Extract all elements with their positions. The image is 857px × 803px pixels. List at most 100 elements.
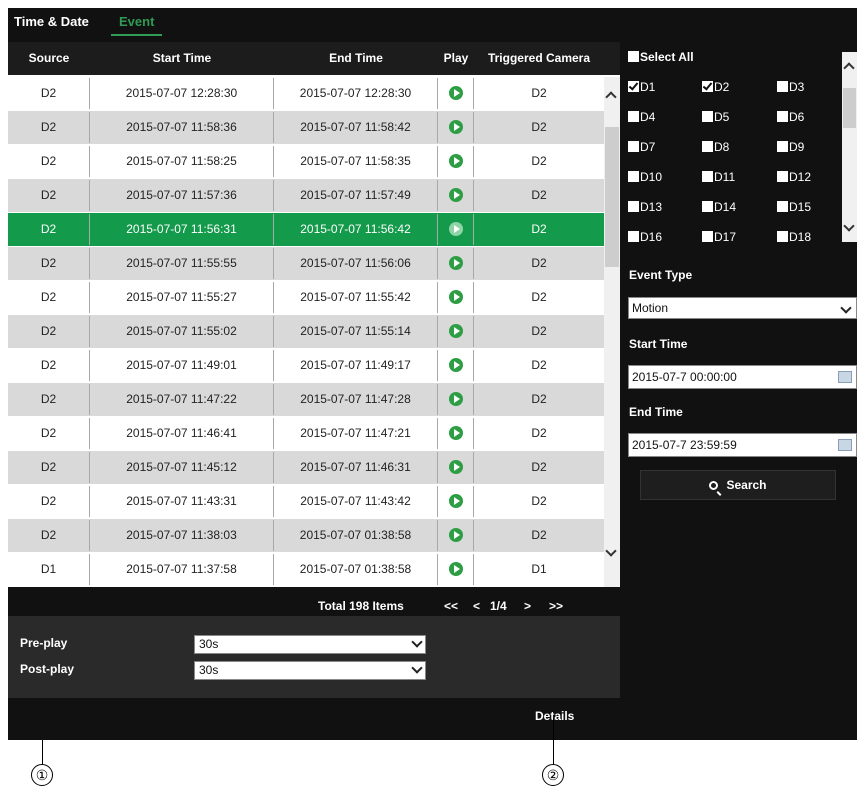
postplay-label: Post-play <box>20 662 75 676</box>
camera-checkbox-d8[interactable]: D8 <box>702 140 729 154</box>
play-icon[interactable] <box>448 255 463 270</box>
cell-play <box>438 112 474 143</box>
camera-checkbox-d10[interactable]: D10 <box>628 170 662 184</box>
table-row[interactable]: D2 2015-07-07 11:55:02 2015-07-07 11:55:14… <box>8 315 604 348</box>
table-row[interactable]: D2 2015-07-07 11:49:01 2015-07-07 11:49:17… <box>8 349 604 382</box>
event-type-select[interactable]: Motion <box>628 297 857 319</box>
camera-label: D12 <box>789 170 812 184</box>
camera-checkbox-d14[interactable]: D14 <box>702 200 736 214</box>
search-panel: Select All D1 D2 D3 D4 D5 D6 D7 D8 D9 D10 D11 D12 D1… <box>620 42 857 740</box>
table-row[interactable]: D2 2015-07-07 11:45:12 2015-07-07 11:46:31… <box>8 451 604 484</box>
table-row[interactable]: D2 2015-07-07 11:57:36 2015-07-07 11:57:49… <box>8 179 604 212</box>
table-row[interactable]: D2 2015-07-07 11:43:31 2015-07-07 11:43:42… <box>8 485 604 518</box>
camera-checkbox-d6[interactable]: D6 <box>777 110 804 124</box>
preplay-select[interactable]: 30s <box>194 635 426 654</box>
event-type-label: Event Type <box>629 268 693 282</box>
cell-end-time: 2015-07-07 11:46:31 <box>274 452 438 483</box>
table-row[interactable]: D2 2015-07-07 11:38:03 2015-07-07 01:38:58… <box>8 519 604 552</box>
table-row[interactable]: D2 2015-07-07 11:46:41 2015-07-07 11:47:21… <box>8 417 604 450</box>
calendar-icon[interactable] <box>838 439 852 451</box>
camera-checkbox-d18[interactable]: D18 <box>777 230 811 244</box>
play-icon[interactable] <box>448 289 463 304</box>
table-row[interactable]: D2 2015-07-07 11:58:25 2015-07-07 11:58:35… <box>8 145 604 178</box>
scroll-down-icon[interactable] <box>605 545 617 557</box>
play-icon[interactable] <box>448 493 463 508</box>
tab-event[interactable]: Event <box>111 14 163 36</box>
play-icon[interactable] <box>448 527 463 542</box>
play-icon[interactable] <box>448 425 463 440</box>
camera-checkbox-d5[interactable]: D5 <box>702 110 729 124</box>
search-icon <box>709 481 719 490</box>
first-page-button[interactable]: << <box>444 599 458 613</box>
table-row[interactable]: D2 2015-07-07 11:55:55 2015-07-07 11:56:06… <box>8 247 604 280</box>
table-row[interactable]: D2 2015-07-07 12:28:30 2015-07-07 12:28:30… <box>8 77 604 110</box>
chevron-down-icon <box>411 662 423 674</box>
cell-source: D2 <box>8 78 90 109</box>
checkbox-icon <box>702 141 713 152</box>
camera-label: D11 <box>714 170 736 184</box>
prev-page-button[interactable]: < <box>473 599 480 613</box>
cell-end-time: 2015-07-07 12:28:30 <box>274 78 438 109</box>
play-icon[interactable] <box>448 561 463 576</box>
play-icon[interactable] <box>448 323 463 338</box>
camera-checkbox-d7[interactable]: D7 <box>628 140 655 154</box>
camera-checkbox-d16[interactable]: D16 <box>628 230 662 244</box>
table-row[interactable]: D1 2015-07-07 11:37:58 2015-07-07 01:38:58… <box>8 553 604 586</box>
search-button[interactable]: Search <box>640 470 836 500</box>
camera-checkbox-d12[interactable]: D12 <box>777 170 811 184</box>
column-header-play[interactable]: Play <box>438 42 474 75</box>
camera-checkbox-d4[interactable]: D4 <box>628 110 655 124</box>
cell-source: D2 <box>8 452 90 483</box>
next-page-button[interactable]: > <box>524 599 531 613</box>
camera-checkbox-d13[interactable]: D13 <box>628 200 662 214</box>
scroll-down-icon[interactable] <box>843 220 855 232</box>
column-header-source[interactable]: Source <box>8 42 90 75</box>
cell-source: D2 <box>8 316 90 347</box>
scroll-up-icon[interactable] <box>605 91 617 103</box>
column-header-end-time[interactable]: End Time <box>274 42 438 75</box>
start-time-input[interactable]: 2015-07-7 00:00:00 <box>628 365 857 389</box>
cell-start-time: 2015-07-07 12:28:30 <box>90 78 274 109</box>
column-header-start-time[interactable]: Start Time <box>90 42 274 75</box>
cell-triggered-camera: D2 <box>531 154 547 168</box>
table-row[interactable]: D2 2015-07-07 11:47:22 2015-07-07 11:47:28… <box>8 383 604 416</box>
camera-checkbox-d15[interactable]: D15 <box>777 200 811 214</box>
calendar-icon[interactable] <box>838 371 852 383</box>
cell-triggered-camera: D2 <box>531 188 547 202</box>
checkbox-icon <box>777 201 788 212</box>
table-row[interactable]: D2 2015-07-07 11:58:36 2015-07-07 11:58:42… <box>8 111 604 144</box>
scroll-up-icon[interactable] <box>843 62 855 74</box>
cell-start-time: 2015-07-07 11:55:27 <box>90 282 274 313</box>
camera-list-scrollbar[interactable] <box>842 52 857 242</box>
camera-checkbox-d9[interactable]: D9 <box>777 140 804 154</box>
cell-play <box>438 384 474 415</box>
table-scrollbar[interactable] <box>604 77 620 587</box>
scroll-thumb[interactable] <box>605 127 619 267</box>
table-row[interactable]: D2 2015-07-07 11:56:31 2015-07-07 11:56:42… <box>8 213 604 246</box>
cell-end-time: 2015-07-07 11:49:17 <box>274 350 438 381</box>
play-icon[interactable] <box>448 119 463 134</box>
select-all-checkbox[interactable]: Select All <box>628 50 694 64</box>
camera-checkbox-d11[interactable]: D11 <box>702 170 735 184</box>
camera-checkbox-d3[interactable]: D3 <box>777 80 804 94</box>
details-button[interactable]: Details <box>535 709 574 723</box>
camera-checkbox-d1[interactable]: D1 <box>628 80 655 94</box>
camera-checkbox-d17[interactable]: D17 <box>702 230 736 244</box>
end-time-value: 2015-07-7 23:59:59 <box>632 438 737 452</box>
play-icon[interactable] <box>448 85 463 100</box>
scroll-thumb[interactable] <box>843 88 856 128</box>
play-icon[interactable] <box>448 153 463 168</box>
play-icon[interactable] <box>448 187 463 202</box>
table-row[interactable]: D2 2015-07-07 11:55:27 2015-07-07 11:55:42… <box>8 281 604 314</box>
tab-time-date[interactable]: Time & Date <box>14 14 89 29</box>
end-time-input[interactable]: 2015-07-7 23:59:59 <box>628 433 857 457</box>
column-header-triggered-camera[interactable]: Triggered Camera <box>474 42 604 75</box>
play-icon[interactable] <box>448 391 463 406</box>
cell-source: D2 <box>8 214 90 245</box>
play-icon[interactable] <box>448 221 463 236</box>
postplay-select[interactable]: 30s <box>194 661 426 680</box>
play-icon[interactable] <box>448 357 463 372</box>
play-icon[interactable] <box>448 459 463 474</box>
last-page-button[interactable]: >> <box>549 599 563 613</box>
camera-checkbox-d2[interactable]: D2 <box>702 80 729 94</box>
